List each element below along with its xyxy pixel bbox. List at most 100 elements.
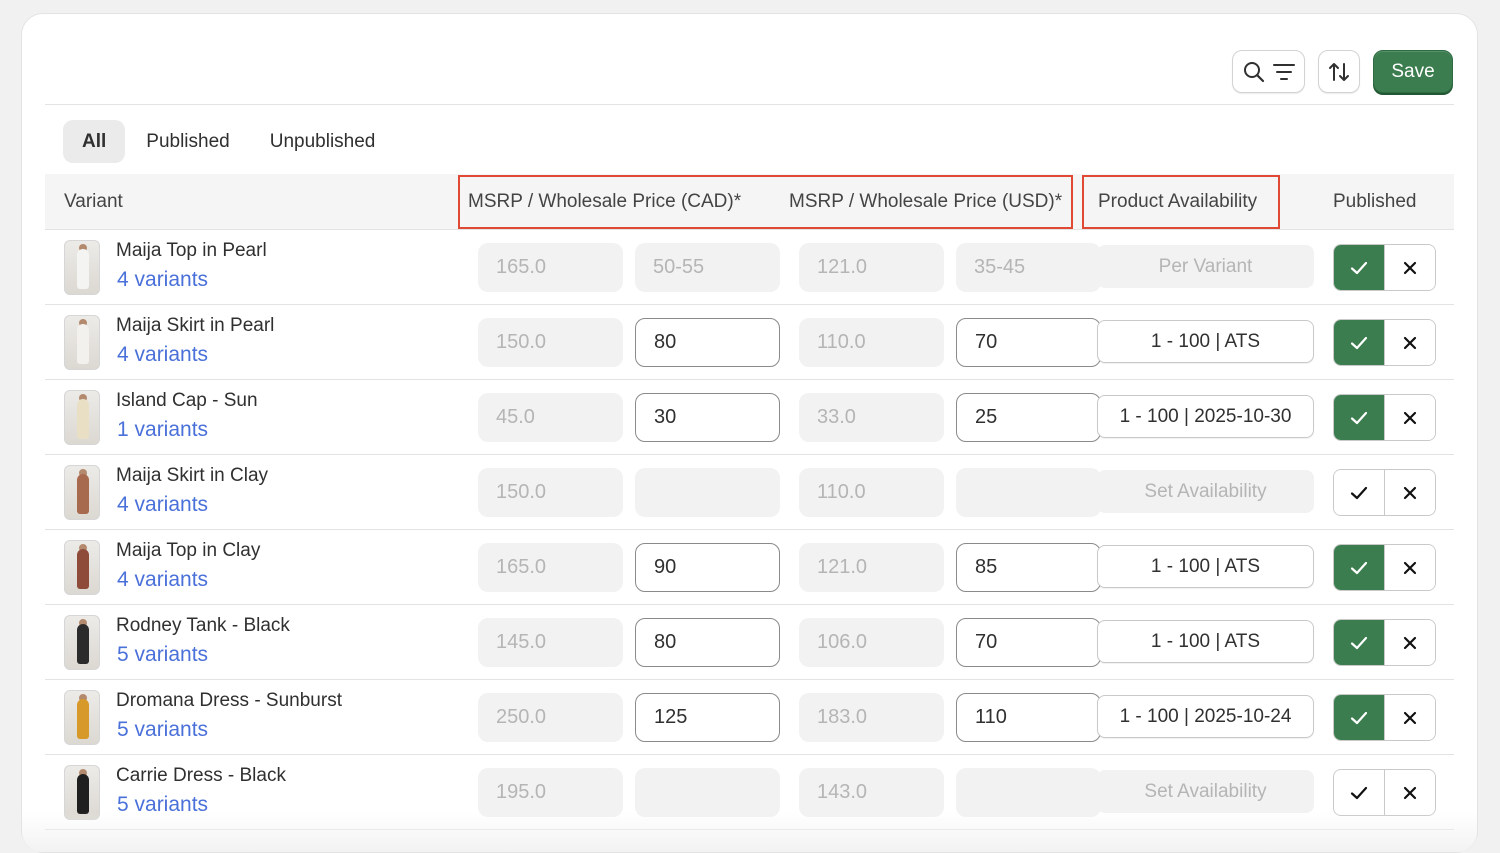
variants-link[interactable]: 5 variants — [117, 643, 208, 667]
wholesale-usd-input[interactable]: 85 — [956, 543, 1101, 592]
publish-toggle — [1333, 769, 1436, 816]
product-thumbnail[interactable] — [64, 615, 100, 670]
product-thumbnail[interactable] — [64, 240, 100, 295]
product-thumbnail[interactable] — [64, 765, 100, 820]
wholesale-cad-input[interactable]: 90 — [635, 543, 780, 592]
table-row: Island Cap - Sun 1 variants 45.0 30 33.0… — [45, 380, 1454, 455]
availability-button[interactable]: Set Availability — [1097, 770, 1314, 813]
wholesale-cad-input[interactable]: 30 — [635, 393, 780, 442]
check-icon — [1350, 411, 1367, 424]
msrp-usd-field: 183.0 — [799, 693, 944, 742]
close-icon — [1403, 636, 1416, 649]
thumbnail-figure — [77, 249, 89, 289]
publish-check-button[interactable] — [1334, 695, 1385, 740]
sort-button[interactable] — [1318, 50, 1360, 93]
publish-toggle — [1333, 319, 1436, 366]
variants-link[interactable]: 5 variants — [117, 718, 208, 742]
check-icon — [1350, 636, 1367, 649]
wholesale-usd-input[interactable]: 110 — [956, 693, 1101, 742]
wholesale-usd-input[interactable]: 70 — [956, 618, 1101, 667]
thumbnail-figure — [77, 774, 89, 814]
product-thumbnail[interactable] — [64, 315, 100, 370]
wholesale-cad-input[interactable]: 125 — [635, 693, 780, 742]
msrp-usd-field: 143.0 — [799, 768, 944, 817]
publish-check-button[interactable] — [1334, 620, 1385, 665]
unpublish-x-button[interactable] — [1384, 470, 1435, 515]
wholesale-cad-input[interactable]: 80 — [635, 618, 780, 667]
availability-button[interactable]: 1 - 100 | ATS — [1097, 320, 1314, 363]
msrp-cad-field: 165.0 — [478, 543, 623, 592]
publish-check-button[interactable] — [1334, 470, 1385, 515]
msrp-usd-field: 121.0 — [799, 243, 944, 292]
check-icon — [1350, 786, 1367, 799]
column-header-variant: Variant — [64, 191, 123, 212]
unpublish-x-button[interactable] — [1384, 620, 1435, 665]
availability-button[interactable]: Set Availability — [1097, 470, 1314, 513]
msrp-usd-field: 33.0 — [799, 393, 944, 442]
table-row: Maija Skirt in Clay 4 variants 150.0 110… — [45, 455, 1454, 530]
publish-check-button[interactable] — [1334, 545, 1385, 590]
search-icon — [1243, 61, 1264, 82]
table-row: Maija Skirt in Pearl 4 variants 150.0 80… — [45, 305, 1454, 380]
unpublish-x-button[interactable] — [1384, 770, 1435, 815]
publish-toggle — [1333, 244, 1436, 291]
availability-button[interactable]: 1 - 100 | 2025-10-30 — [1097, 395, 1314, 438]
thumbnail-figure — [77, 549, 89, 589]
tab-unpublished[interactable]: Unpublished — [251, 120, 395, 163]
variants-link[interactable]: 1 variants — [117, 418, 208, 442]
publish-check-button[interactable] — [1334, 245, 1385, 290]
unpublish-x-button[interactable] — [1384, 245, 1435, 290]
thumbnail-figure — [77, 399, 89, 439]
variants-link[interactable]: 4 variants — [117, 568, 208, 592]
unpublish-x-button[interactable] — [1384, 395, 1435, 440]
table-row: Maija Top in Clay 4 variants 165.0 90 12… — [45, 530, 1454, 605]
variants-link[interactable]: 4 variants — [117, 343, 208, 367]
wholesale-usd-input[interactable]: 25 — [956, 393, 1101, 442]
product-thumbnail[interactable] — [64, 465, 100, 520]
thumbnail-figure — [77, 624, 89, 664]
filter-lines-icon — [1272, 63, 1295, 80]
unpublish-x-button[interactable] — [1384, 320, 1435, 365]
product-name: Island Cap - Sun — [116, 390, 258, 411]
publish-check-button[interactable] — [1334, 770, 1385, 815]
table-header: Variant MSRP / Wholesale Price (CAD)* MS… — [45, 174, 1454, 230]
product-thumbnail[interactable] — [64, 540, 100, 595]
products-card: Save All Published Unpublished Variant M… — [21, 13, 1478, 853]
tab-published[interactable]: Published — [127, 120, 248, 163]
product-thumbnail[interactable] — [64, 690, 100, 745]
availability-button[interactable]: 1 - 100 | 2025-10-24 — [1097, 695, 1314, 738]
product-thumbnail[interactable] — [64, 390, 100, 445]
sort-arrows-icon — [1329, 62, 1349, 81]
close-icon — [1403, 786, 1416, 799]
variants-link[interactable]: 4 variants — [117, 493, 208, 517]
availability-button[interactable]: 1 - 100 | ATS — [1097, 545, 1314, 588]
table-row: Maija Top in Pearl 4 variants 165.0 50-5… — [45, 230, 1454, 305]
search-filter-button[interactable] — [1232, 50, 1305, 93]
toolbar-divider — [45, 104, 1454, 105]
check-icon — [1350, 261, 1367, 274]
wholesale-usd-input[interactable]: 70 — [956, 318, 1101, 367]
product-name: Maija Top in Clay — [116, 540, 261, 561]
variants-link[interactable]: 4 variants — [117, 268, 208, 292]
variants-link[interactable]: 5 variants — [117, 793, 208, 817]
unpublish-x-button[interactable] — [1384, 545, 1435, 590]
table-row: Dromana Dress - Sunburst 5 variants 250.… — [45, 680, 1454, 755]
toolbar: Save — [1232, 50, 1453, 93]
availability-button[interactable]: Per Variant — [1097, 245, 1314, 288]
tab-all[interactable]: All — [63, 120, 126, 163]
close-icon — [1403, 486, 1416, 499]
unpublish-x-button[interactable] — [1384, 695, 1435, 740]
msrp-usd-field: 121.0 — [799, 543, 944, 592]
wholesale-usd-input — [956, 468, 1101, 517]
publish-check-button[interactable] — [1334, 395, 1385, 440]
availability-button[interactable]: 1 - 100 | ATS — [1097, 620, 1314, 663]
save-button[interactable]: Save — [1373, 50, 1453, 93]
wholesale-cad-input — [635, 468, 780, 517]
wholesale-cad-input[interactable]: 80 — [635, 318, 780, 367]
thumbnail-figure — [77, 474, 89, 514]
product-name: Maija Top in Pearl — [116, 240, 267, 261]
check-icon — [1350, 561, 1367, 574]
msrp-cad-field: 165.0 — [478, 243, 623, 292]
publish-check-button[interactable] — [1334, 320, 1385, 365]
msrp-cad-field: 250.0 — [478, 693, 623, 742]
